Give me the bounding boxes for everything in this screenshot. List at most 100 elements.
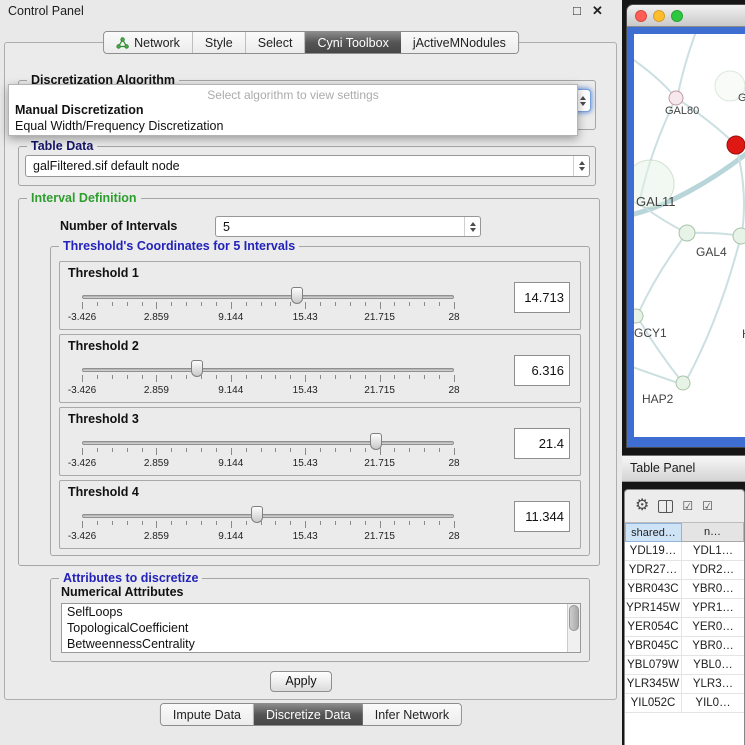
numerical-attributes-list[interactable]: SelfLoopsTopologicalCoefficientBetweenne… — [61, 603, 581, 653]
slider-scale-label: 21.715 — [364, 312, 395, 323]
table-cell[interactable]: YBR0… — [682, 637, 744, 655]
table-row[interactable]: YDL19…YDL1… — [625, 542, 744, 561]
table-toolbar: ⚙ ☑ ☑ — [625, 490, 744, 523]
table-row[interactable]: YLR345WYLR3… — [625, 675, 744, 694]
table-cell[interactable]: YBR0… — [682, 580, 744, 598]
slider-track[interactable] — [82, 295, 454, 299]
threshold-value-field[interactable]: 14.713 — [514, 282, 570, 313]
table-cell[interactable]: YBL0… — [682, 656, 744, 674]
table-cell[interactable]: YPR145W — [625, 599, 682, 617]
attribute-item-topologicalcoefficient[interactable]: TopologicalCoefficient — [62, 620, 580, 636]
scrollbar[interactable] — [567, 604, 580, 652]
slider-scale-label: 28 — [448, 458, 459, 469]
network-window-titlebar[interactable] — [627, 5, 745, 27]
network-edge[interactable] — [634, 52, 676, 98]
network-node[interactable] — [727, 136, 745, 154]
table-cell[interactable]: YIL0… — [682, 694, 744, 712]
tab-label: Cyni Toolbox — [317, 36, 388, 50]
table-cell[interactable]: YLR345W — [625, 675, 682, 693]
table-data-combobox[interactable]: galFiltered.sif default node — [25, 155, 590, 177]
threshold-slider[interactable]: -3.4262.8599.14415.4321.71528 — [82, 286, 454, 328]
network-node[interactable] — [634, 309, 643, 323]
tab-style[interactable]: Style — [193, 32, 246, 53]
threshold-panel: Threshold 1 -3.4262.8599.14415.4321.7152… — [59, 261, 581, 330]
table-row[interactable]: YDR27…YDR2… — [625, 561, 744, 580]
tab-select[interactable]: Select — [246, 32, 306, 53]
network-node[interactable] — [679, 225, 695, 241]
table-row[interactable]: YBR043CYBR0… — [625, 580, 744, 599]
close-button[interactable] — [635, 10, 647, 22]
thresholds-group: Threshold's Coordinates for 5 Intervals … — [50, 246, 590, 556]
slider-scale-label: -3.426 — [68, 312, 96, 323]
zoom-button[interactable] — [671, 10, 683, 22]
checkbox-icon[interactable]: ☑ — [702, 500, 713, 512]
table-cell[interactable]: YDL19… — [625, 542, 682, 560]
threshold-value-field[interactable]: 6.316 — [514, 355, 570, 386]
bottom-tab-discretize-data[interactable]: Discretize Data — [254, 704, 363, 725]
table-cell[interactable]: YPR1… — [682, 599, 744, 617]
network-canvas[interactable]: GAL80GAGAL11GAL4GCY1HHAP2 — [634, 34, 745, 437]
slider-handle[interactable] — [251, 506, 263, 523]
slider-track[interactable] — [82, 514, 454, 518]
slider-handle[interactable] — [191, 360, 203, 377]
gear-icon[interactable]: ⚙ — [635, 498, 649, 514]
table-row[interactable]: YPR145WYPR1… — [625, 599, 744, 618]
combobox-stepper-icon[interactable] — [573, 156, 589, 176]
slider-handle[interactable] — [370, 433, 382, 450]
attribute-item-selfloops[interactable]: SelfLoops — [62, 604, 580, 620]
threshold-value-field[interactable]: 11.344 — [514, 501, 570, 532]
close-icon[interactable]: ✕ — [592, 3, 603, 19]
table-cell[interactable]: YER0… — [682, 618, 744, 636]
table-cell[interactable]: YLR3… — [682, 675, 744, 693]
table-cell[interactable]: YDL1… — [682, 542, 744, 560]
table-row[interactable]: YBR045CYBR0… — [625, 637, 744, 656]
slider-handle[interactable] — [291, 287, 303, 304]
apply-button[interactable]: Apply — [270, 671, 332, 692]
table-cell[interactable]: YIL052C — [625, 694, 682, 712]
table-row[interactable]: YIL052CYIL0… — [625, 694, 744, 713]
combobox-stepper-icon[interactable] — [464, 217, 480, 236]
network-edge[interactable] — [678, 34, 698, 94]
attributes-group: Attributes to discretize Numerical Attri… — [50, 578, 590, 662]
bottom-tab-infer-network[interactable]: Infer Network — [363, 704, 461, 725]
checkbox-icon[interactable]: ☑ — [682, 500, 693, 512]
table-row[interactable]: YBL079WYBL0… — [625, 656, 744, 675]
slider-scale-label: -3.426 — [68, 531, 96, 542]
network-edge[interactable] — [634, 364, 681, 384]
column-header[interactable]: n… — [682, 523, 744, 542]
table-cell[interactable]: YBL079W — [625, 656, 682, 674]
tab-network[interactable]: Network — [104, 32, 193, 53]
float-window-icon[interactable]: □ — [573, 3, 581, 18]
table-cell[interactable]: YBR045C — [625, 637, 682, 655]
threshold-slider[interactable]: -3.4262.8599.14415.4321.71528 — [82, 432, 454, 474]
slider-track[interactable] — [82, 441, 454, 445]
algorithm-option-equal-width-frequency[interactable]: Equal Width/Frequency Discretization — [9, 118, 577, 134]
threshold-slider[interactable]: -3.4262.8599.14415.4321.71528 — [82, 359, 454, 401]
slider-track[interactable] — [82, 368, 454, 372]
table-panel-titlebar[interactable]: Table Panel — [622, 455, 745, 482]
attribute-item-betweennesscentrality[interactable]: BetweennessCentrality — [62, 636, 580, 652]
network-node[interactable] — [676, 376, 690, 390]
columns-icon[interactable] — [658, 500, 673, 513]
threshold-slider[interactable]: -3.4262.8599.14415.4321.71528 — [82, 505, 454, 547]
table-cell[interactable]: YBR043C — [625, 580, 682, 598]
network-node[interactable] — [669, 91, 683, 105]
number-of-intervals-label: Number of Intervals — [60, 219, 177, 233]
scrollbar-thumb[interactable] — [569, 605, 579, 631]
slider-scale-label: 2.859 — [144, 312, 169, 323]
network-edge[interactable] — [638, 233, 687, 314]
bottom-tab-impute-data[interactable]: Impute Data — [161, 704, 254, 725]
column-header[interactable]: shared… — [625, 523, 682, 542]
table-cell[interactable]: YDR2… — [682, 561, 744, 579]
algorithm-option-manual-discretization[interactable]: Manual Discretization — [9, 102, 577, 118]
minimize-button[interactable] — [653, 10, 665, 22]
table-row[interactable]: YER054CYER0… — [625, 618, 744, 637]
tab-cyni-toolbox[interactable]: Cyni Toolbox — [305, 32, 400, 53]
node-label-gal4: GAL4 — [696, 245, 727, 259]
network-node[interactable] — [733, 228, 745, 244]
threshold-value-field[interactable]: 21.4 — [514, 428, 570, 459]
number-of-intervals-combobox[interactable]: 5 — [215, 216, 481, 237]
table-cell[interactable]: YER054C — [625, 618, 682, 636]
tab-jactivemnodules[interactable]: jActiveMNodules — [401, 32, 518, 53]
table-cell[interactable]: YDR27… — [625, 561, 682, 579]
